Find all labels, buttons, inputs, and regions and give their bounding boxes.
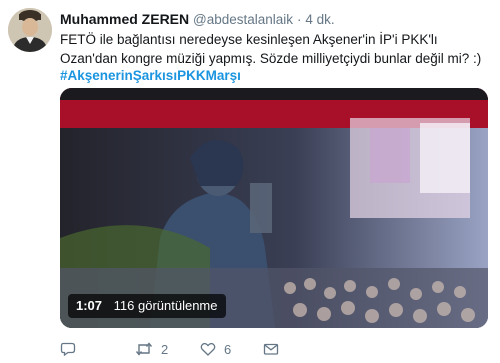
tweet-timestamp[interactable]: 4 dk. <box>305 12 334 27</box>
embedded-video[interactable]: 1:07 116 görüntülenme <box>60 88 488 328</box>
like-count: 6 <box>224 341 232 357</box>
reply-button[interactable] <box>60 338 84 360</box>
like-button[interactable]: 6 <box>200 338 231 360</box>
direct-message-button[interactable] <box>263 338 279 360</box>
avatar[interactable] <box>8 8 52 52</box>
tweet-actions: 2 6 <box>60 338 490 360</box>
video-info-badge: 1:07 116 görüntülenme <box>68 294 226 318</box>
direct-message-icon <box>263 343 279 355</box>
retweet-count: 2 <box>161 341 169 357</box>
retweet-icon <box>135 342 153 356</box>
author-handle[interactable]: @abdestalanlaik <box>193 12 293 27</box>
video-view-count: 116 görüntülenme <box>113 298 218 313</box>
like-icon <box>200 342 216 356</box>
author-name[interactable]: Muhammed ZEREN <box>60 11 189 27</box>
hashtag-link[interactable]: #AkşenerinŞarkısıPKKMarşı <box>60 67 241 86</box>
tweet-text: FETÖ ile bağlantısı neredeyse kesinleşen… <box>60 32 482 66</box>
reply-icon <box>60 342 76 357</box>
header-separator: · <box>296 12 302 27</box>
retweet-button[interactable]: 2 <box>135 338 168 360</box>
video-thumbnail <box>60 88 488 328</box>
video-duration: 1:07 <box>76 298 103 313</box>
avatar-portrait-image <box>8 8 52 52</box>
tweet-header: Muhammed ZEREN @abdestalanlaik · 4 dk. <box>60 10 335 29</box>
